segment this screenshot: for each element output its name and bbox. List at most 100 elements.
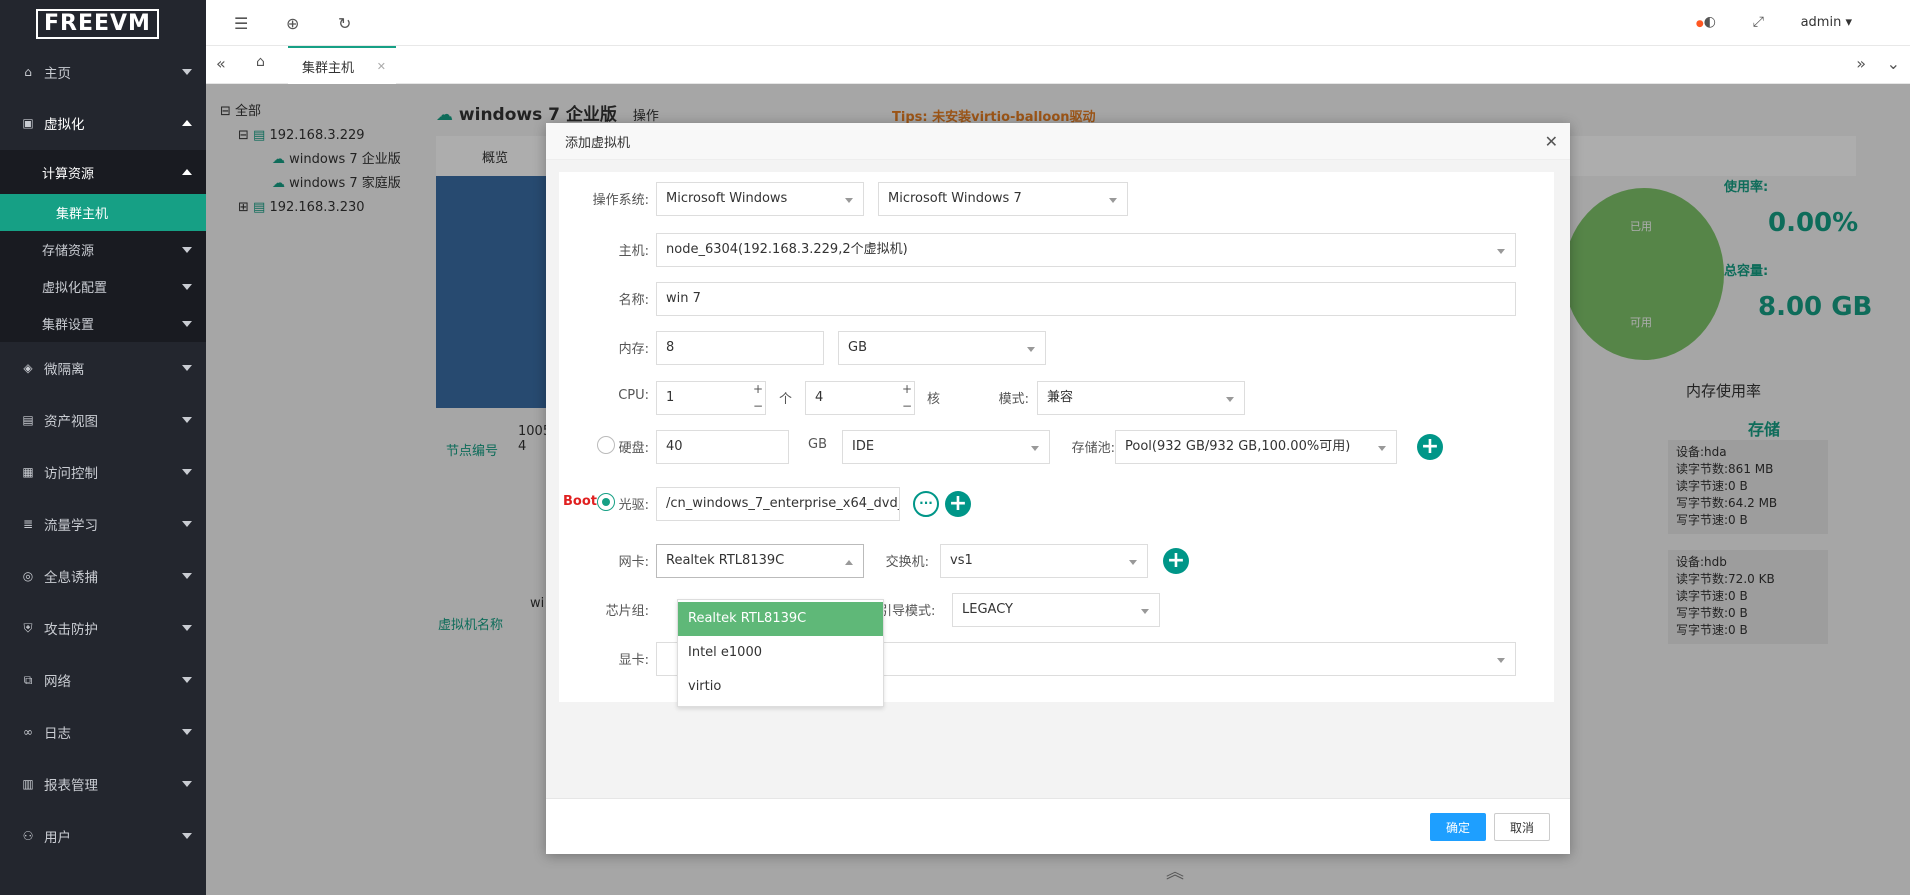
decrement-icon[interactable]: −: [900, 399, 914, 413]
logo: FREEVM: [0, 0, 206, 48]
chevron-down-icon: [182, 320, 192, 327]
sidebar-item-user[interactable]: ⚇ 用户: [0, 810, 206, 862]
sidebar-item-assets[interactable]: ▤ 资产视图: [0, 394, 206, 446]
palette-icon[interactable]: ●◐: [1696, 14, 1716, 30]
dialog-title: 添加虚拟机: [565, 135, 631, 151]
chevron-down-icon: [182, 573, 192, 579]
memory-input[interactable]: 8: [656, 331, 824, 365]
switch-select[interactable]: vs1: [940, 544, 1148, 578]
storage-pool-select[interactable]: Pool(932 GB/932 GB,100.00%可用): [1115, 430, 1397, 464]
cdrom-radio[interactable]: [597, 493, 615, 511]
disk-size-input[interactable]: 40: [656, 430, 789, 464]
sidebar-item-cluster-host[interactable]: 集群主机: [0, 194, 206, 231]
sidebar-item-label: 攻击防护: [44, 622, 98, 638]
memory-unit-select[interactable]: GB: [838, 331, 1046, 365]
sidebar-item-access[interactable]: ▦ 访问控制: [0, 446, 206, 498]
tab-menu-icon[interactable]: ⌄: [1887, 54, 1900, 73]
tab-cluster-host[interactable]: 集群主机 ✕: [288, 46, 396, 84]
add-disk-button[interactable]: +: [1417, 434, 1443, 460]
disk-label: 硬盘:: [618, 441, 649, 456]
tab-scroll-right-icon[interactable]: »: [1856, 54, 1866, 73]
sidebar-item-label: 资产视图: [44, 414, 98, 430]
logo-text: FREEVM: [36, 9, 159, 39]
cdrom-input[interactable]: /cn_windows_7_enterprise_x64_dvd_x1: [656, 487, 900, 521]
sidebar-item-traffic[interactable]: ≣ 流量学习: [0, 498, 206, 550]
sidebar-item-virtualization[interactable]: ▣ 虚拟化: [0, 96, 206, 150]
sidebar-item-compute[interactable]: 计算资源: [0, 150, 206, 194]
sidebar-submenu: 计算资源 集群主机 存储资源 虚拟化配置 集群设置: [0, 150, 206, 342]
add-cdrom-button[interactable]: +: [945, 491, 971, 517]
browse-iso-button[interactable]: ···: [913, 491, 939, 517]
name-input[interactable]: win 7: [656, 282, 1516, 316]
tab-label: 集群主机: [302, 60, 355, 76]
fullscreen-icon[interactable]: ⤢: [1753, 14, 1764, 30]
sidebar-item-label: 网络: [44, 674, 71, 690]
disk-bus-select[interactable]: IDE: [842, 430, 1050, 464]
globe-icon[interactable]: ⊕: [286, 14, 299, 33]
chevron-down-icon: [182, 246, 192, 253]
os-type-select[interactable]: Microsoft Windows: [656, 182, 864, 216]
sidebar-item-home[interactable]: ⌂ 主页: [0, 48, 206, 96]
sidebar-item-log[interactable]: ∞ 日志: [0, 706, 206, 758]
nic-option[interactable]: Intel e1000: [678, 636, 883, 670]
collapse-menu-icon[interactable]: ☰: [234, 14, 248, 33]
nic-option[interactable]: Realtek RTL8139C: [678, 602, 883, 636]
nic-option[interactable]: virtio: [678, 670, 883, 704]
disk-radio[interactable]: [597, 436, 615, 454]
virtual-icon: ▣: [22, 116, 34, 130]
tab-scroll-left-icon[interactable]: «: [216, 54, 226, 73]
chevron-up-icon: [182, 120, 192, 126]
sidebar-item-label: 存储资源: [42, 244, 95, 259]
user-menu[interactable]: admin ▾: [1801, 15, 1852, 30]
host-select[interactable]: node_6304(192.168.3.229,2个虚拟机): [656, 233, 1516, 267]
dialog-header: 添加虚拟机 ✕: [546, 123, 1570, 160]
sidebar-item-storage[interactable]: 存储资源: [0, 231, 206, 268]
chevron-down-icon: [182, 521, 192, 527]
confirm-button[interactable]: 确定: [1430, 813, 1486, 841]
cancel-button[interactable]: 取消: [1494, 813, 1550, 841]
trap-icon: ◎: [22, 569, 34, 583]
chevron-down-icon: [182, 625, 192, 631]
topbar: ☰ ⊕ ↻ ●◐ ⤢ admin ▾: [206, 0, 1910, 46]
close-icon[interactable]: ✕: [377, 60, 386, 73]
gpu-label: 显卡:: [618, 653, 649, 668]
sidebar-item-network[interactable]: ⧉ 网络: [0, 654, 206, 706]
cpu-label: CPU:: [618, 388, 649, 403]
cpu-cores-stepper[interactable]: 4 + −: [805, 381, 915, 415]
sidebar-item-trap[interactable]: ◎ 全息诱捕: [0, 550, 206, 602]
nic-select[interactable]: Realtek RTL8139C: [656, 544, 864, 578]
cube-icon: ◈: [23, 361, 33, 375]
increment-icon[interactable]: +: [900, 382, 914, 396]
increment-icon[interactable]: +: [751, 382, 765, 396]
cdrom-label: 光驱:: [618, 498, 649, 513]
home-tab-icon[interactable]: ⌂: [256, 54, 265, 70]
switch-label: 交换机:: [885, 555, 929, 570]
close-icon[interactable]: ✕: [1545, 132, 1558, 151]
home-icon: ⌂: [24, 65, 32, 79]
disk-unit-label: GB: [808, 437, 827, 452]
sidebar-item-microseg[interactable]: ◈ 微隔离: [0, 342, 206, 394]
boot-mode-select[interactable]: LEGACY: [952, 593, 1160, 627]
os-version-select[interactable]: Microsoft Windows 7: [878, 182, 1128, 216]
chipset-label: 芯片组:: [605, 604, 649, 619]
user-icon: ⚇: [22, 829, 34, 843]
sidebar-item-report[interactable]: ▥ 报表管理: [0, 758, 206, 810]
username: admin: [1800, 15, 1842, 30]
refresh-icon[interactable]: ↻: [338, 14, 351, 33]
chevron-down-icon: [182, 729, 192, 735]
host-label: 主机:: [618, 244, 649, 259]
traffic-icon: ≣: [22, 517, 34, 531]
sidebar-item-defense[interactable]: ⛨ 攻击防护: [0, 602, 206, 654]
cpu-count-stepper[interactable]: 1 + −: [656, 381, 766, 415]
chevron-down-icon: [182, 677, 192, 683]
decrement-icon[interactable]: −: [751, 399, 765, 413]
report-icon: ▥: [22, 777, 34, 791]
sidebar-item-label: 流量学习: [44, 518, 98, 534]
sidebar-item-virt-config[interactable]: 虚拟化配置: [0, 268, 206, 305]
sidebar-item-label: 虚拟化配置: [42, 281, 108, 296]
mode-select[interactable]: 兼容: [1037, 381, 1245, 415]
add-nic-button[interactable]: +: [1163, 548, 1189, 574]
sidebar-item-cluster-settings[interactable]: 集群设置: [0, 305, 206, 342]
mode-label: 模式:: [998, 392, 1029, 407]
scroll-up-icon[interactable]: ︽: [1166, 858, 1184, 884]
